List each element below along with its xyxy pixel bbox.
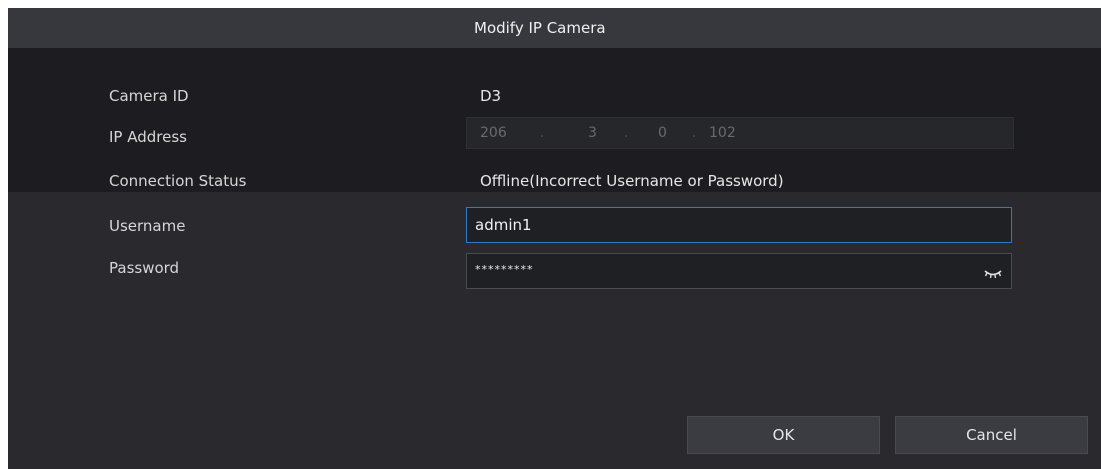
- ip-separator: .: [692, 125, 697, 141]
- ip-address-label: IP Address: [109, 128, 187, 146]
- ip-octet-2: 3: [588, 125, 597, 141]
- dialog-header: Modify IP Camera: [8, 8, 1101, 48]
- ip-separator: .: [624, 125, 629, 141]
- eye-closed-icon[interactable]: [984, 266, 1002, 279]
- modify-ip-camera-dialog: Modify IP Camera Camera ID D3 IP Address…: [8, 8, 1101, 469]
- username-input[interactable]: admin1: [466, 207, 1012, 243]
- password-input[interactable]: *********: [466, 253, 1012, 289]
- password-label: Password: [109, 259, 180, 277]
- username-value: admin1: [475, 216, 532, 234]
- cancel-button[interactable]: Cancel: [895, 416, 1088, 454]
- connection-status-label: Connection Status: [109, 172, 247, 190]
- username-label: Username: [109, 217, 186, 235]
- camera-id-value: D3: [480, 87, 502, 105]
- ip-separator: .: [540, 125, 545, 141]
- ip-octet-3: 0: [658, 125, 667, 141]
- ip-address-field: 206 . 3 . 0 . 102: [466, 117, 1014, 149]
- ip-octet-4: 102: [709, 125, 736, 141]
- connection-status-value: Offline(Incorrect Username or Password): [480, 172, 784, 190]
- dialog-title: Modify IP Camera: [474, 19, 606, 37]
- ip-octet-1: 206: [480, 125, 507, 141]
- password-value: *********: [475, 263, 534, 276]
- camera-id-label: Camera ID: [109, 87, 189, 105]
- ok-button[interactable]: OK: [687, 416, 880, 454]
